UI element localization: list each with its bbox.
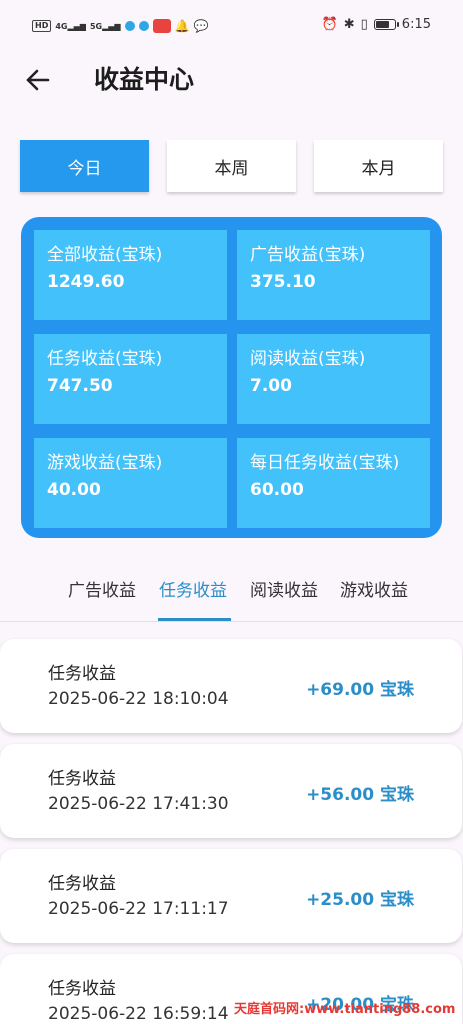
list-item[interactable]: 任务收益 2025-06-22 17:41:30 +56.00 宝珠	[0, 744, 462, 838]
stat-value: 40.00	[47, 480, 101, 500]
hd-indicator: HD	[32, 20, 52, 32]
bluetooth-icon: ✱	[343, 17, 355, 32]
record-title: 任务收益	[48, 769, 116, 789]
list-item[interactable]: 任务收益 2025-06-22 17:11:17 +25.00 宝珠	[0, 849, 462, 943]
stat-label: 任务收益(宝珠)	[47, 349, 163, 369]
record-title: 任务收益	[48, 874, 116, 894]
back-button[interactable]	[20, 62, 56, 98]
record-title: 任务收益	[48, 664, 116, 684]
arrow-left-icon	[26, 69, 50, 91]
status-time: 6:15	[401, 17, 431, 32]
list-item[interactable]: 任务收益 2025-06-22 18:10:04 +69.00 宝珠	[0, 639, 462, 733]
app-notification-icon	[138, 21, 149, 31]
status-bar-right: ⏰ ✱ ▯ 6:15	[322, 17, 431, 32]
stat-card-ads: 广告收益(宝珠) 375.10	[237, 230, 430, 320]
qq-icon: 🔔	[174, 19, 190, 33]
stat-value: 1249.60	[47, 272, 125, 292]
app-notification-icon	[124, 21, 135, 31]
stat-card-tasks: 任务收益(宝珠) 747.50	[34, 334, 227, 424]
signal-4g-label: 4G	[55, 21, 68, 31]
stat-label: 广告收益(宝珠)	[250, 245, 366, 265]
tab-this-month[interactable]: 本月	[314, 140, 443, 192]
page-title: 收益中心	[94, 65, 195, 94]
stat-value: 60.00	[250, 480, 304, 500]
record-time: 2025-06-22 17:11:17	[48, 899, 229, 919]
earnings-summary-panel: 全部收益(宝珠) 1249.60 广告收益(宝珠) 375.10 任务收益(宝珠…	[21, 217, 442, 538]
record-title: 任务收益	[48, 979, 116, 999]
status-bar-left: HD 4G▂▄▆ 5G▂▄▆ 🔔 💬	[32, 19, 208, 33]
signal-4g-icon: 4G▂▄▆	[55, 21, 86, 31]
battery-level	[375, 21, 389, 28]
record-time: 2025-06-22 16:59:14	[48, 1004, 229, 1024]
stat-label: 每日任务收益(宝珠)	[250, 453, 400, 473]
tab-task-earnings[interactable]: 任务收益	[159, 576, 227, 601]
alarm-icon: ⏰	[321, 17, 338, 32]
stat-value: 375.10	[250, 272, 316, 292]
stat-card-games: 游戏收益(宝珠) 40.00	[34, 438, 227, 528]
tab-ad-earnings[interactable]: 广告收益	[68, 576, 136, 601]
signal-5g-label: 5G	[89, 21, 103, 31]
tab-this-week[interactable]: 本周	[167, 140, 296, 192]
stat-card-total: 全部收益(宝珠) 1249.60	[34, 230, 227, 320]
battery-icon	[373, 19, 399, 30]
record-amount: +69.00 宝珠	[306, 680, 414, 700]
stat-value: 747.50	[47, 376, 113, 396]
stat-label: 游戏收益(宝珠)	[47, 453, 163, 473]
record-time: 2025-06-22 17:41:30	[48, 794, 229, 814]
status-bar: HD 4G▂▄▆ 5G▂▄▆ 🔔 💬 ⏰ ✱ ▯ 6:15	[0, 0, 463, 56]
category-tabs: 广告收益 任务收益 阅读收益 游戏收益	[0, 570, 463, 622]
record-amount: +25.00 宝珠	[306, 890, 414, 910]
app-notification-icon	[152, 19, 171, 33]
period-tabs: 今日 本周 本月	[20, 140, 443, 192]
message-icon: 💬	[193, 19, 209, 33]
signal-5g-icon: 5G▂▄▆	[89, 21, 121, 31]
tab-today[interactable]: 今日	[20, 140, 149, 192]
record-amount: +56.00 宝珠	[306, 785, 414, 805]
tab-game-earnings[interactable]: 游戏收益	[340, 576, 408, 601]
stat-card-daily-tasks: 每日任务收益(宝珠) 60.00	[237, 438, 430, 528]
stat-label: 全部收益(宝珠)	[47, 245, 163, 265]
tab-reading-earnings[interactable]: 阅读收益	[250, 576, 318, 601]
watermark: 天庭首码网:www.tianting88.com	[234, 1002, 456, 1017]
stat-card-reading: 阅读收益(宝珠) 7.00	[237, 334, 430, 424]
stat-value: 7.00	[250, 376, 292, 396]
record-time: 2025-06-22 18:10:04	[48, 689, 229, 709]
active-tab-indicator	[158, 618, 231, 621]
vibrate-icon: ▯	[360, 17, 368, 32]
stat-label: 阅读收益(宝珠)	[250, 349, 366, 369]
